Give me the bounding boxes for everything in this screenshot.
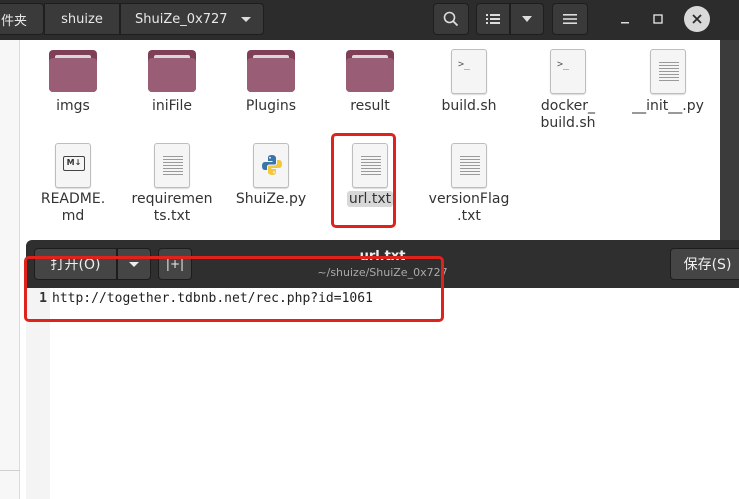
save-button[interactable]: 保存(S) [670,248,739,280]
close-icon [692,14,702,24]
file-manager-headerbar: 件夹 shuize ShuiZe_0x727 [0,0,739,40]
code-line[interactable]: http://together.tdbnb.net/rec.php?id=106… [52,291,373,306]
minimize-icon [621,22,629,24]
file-item-label: README. md [40,191,106,224]
breadcrumb-shuize[interactable]: shuize [44,3,120,35]
file-item-plugins[interactable]: Plugins [226,40,316,130]
editor-title: url.txt [359,249,406,264]
file-item-versionflag-txt[interactable]: versionFlag .txt [424,140,514,230]
maximize-button[interactable] [645,6,671,32]
file-item-build-sh[interactable]: >_ build.sh [424,40,514,130]
editor-text-area[interactable]: 1 http://together.tdbnb.net/rec.php?id=1… [26,288,739,499]
file-item-label: result [350,98,390,114]
script-file-icon: >_ [451,49,487,94]
file-item-result[interactable]: result [325,40,415,130]
folder-icon [49,50,97,92]
file-item-shuize-py[interactable]: ShuiZe.py [226,140,316,230]
maximize-icon [653,14,663,24]
python-file-icon [253,143,289,188]
folder-icon [148,50,196,92]
text-file-icon [451,143,487,188]
file-item-label: imgs [56,98,90,114]
breadcrumb-label: ShuiZe_0x727 [135,11,228,27]
file-item-docker-build-sh[interactable]: >_ docker_ build.sh [523,40,613,131]
editor-headerbar: 打开(O) |+| url.txt ~/shuize/ShuiZe_0x727 … [26,240,739,288]
breadcrumb-current[interactable]: ShuiZe_0x727 [120,3,264,35]
close-button[interactable] [684,6,710,32]
selected-file-name: url.txt [346,191,394,207]
breadcrumb-parent[interactable]: 件夹 [0,3,44,35]
view-toggle-button[interactable] [476,3,510,35]
sidebar [0,40,20,499]
markdown-file-icon: M↓ [55,143,91,188]
folder-icon [247,50,295,92]
file-item-inifile[interactable]: iniFile [127,40,217,130]
list-view-icon [486,14,500,24]
text-file-icon [154,143,190,188]
file-item-label: url.txt [325,191,415,208]
file-item-readme-md[interactable]: M↓ README. md [28,140,118,230]
search-icon [443,11,459,27]
text-file-icon [650,49,686,94]
file-item-label: iniFile [151,98,193,114]
line-number-gutter: 1 [26,288,50,499]
view-options-button[interactable] [510,3,544,35]
search-button[interactable] [433,3,469,35]
background-window-edge [720,40,739,240]
file-item-label: Plugins [245,98,297,114]
file-item-label: versionFlag .txt [428,191,510,224]
file-item-init-py[interactable]: __init__.py [623,40,713,130]
file-item-label: docker_ build.sh [540,98,596,131]
file-item-label: __init__.py [632,98,704,114]
breadcrumb-label: 件夹 [1,13,28,29]
line-number: 1 [39,291,47,306]
breadcrumb-label: shuize [61,11,103,27]
file-item-url-txt[interactable]: url.txt [325,140,415,230]
text-file-icon [352,143,388,188]
folder-icon [346,50,394,92]
chevron-down-icon [241,16,251,22]
file-item-imgs[interactable]: imgs [28,40,118,130]
minimize-button[interactable] [612,6,638,32]
chevron-down-icon [522,16,532,22]
main-menu-button[interactable] [552,3,588,35]
file-item-requirements-txt[interactable]: requiremen ts.txt [127,140,217,230]
sidebar-divider [0,470,20,471]
editor-subtitle: ~/shuize/ShuiZe_0x727 [317,266,448,279]
file-item-label: build.sh [441,98,497,114]
markdown-badge: M↓ [63,156,85,171]
script-file-icon: >_ [550,49,586,94]
file-item-label: ShuiZe.py [235,191,307,207]
file-item-label: requiremen ts.txt [131,191,213,224]
hamburger-menu-icon [563,14,577,24]
